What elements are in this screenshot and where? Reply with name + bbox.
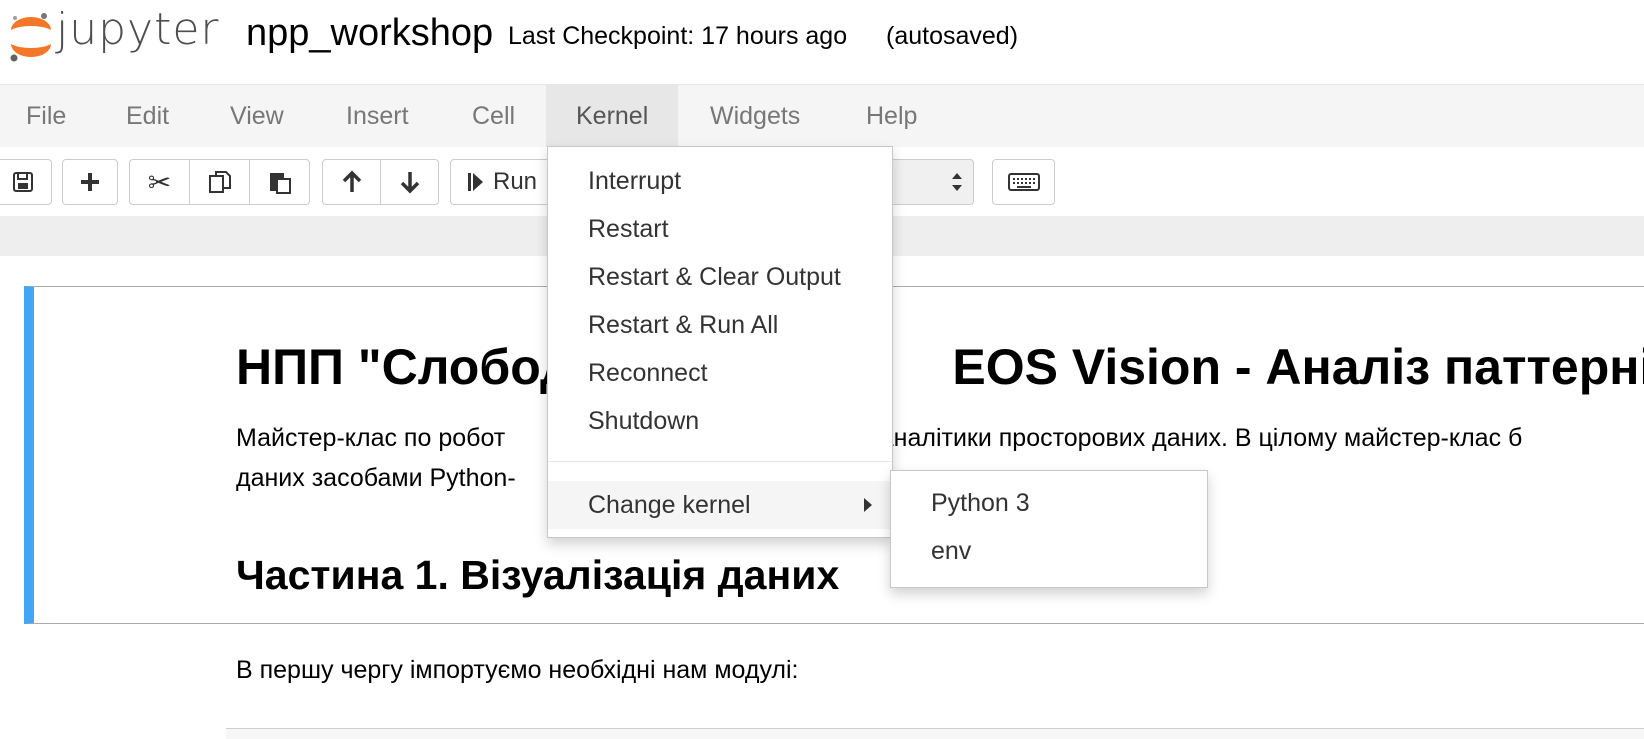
jupyter-wordmark: jupyter (56, 4, 220, 55)
menu-help[interactable]: Help (840, 85, 943, 147)
import-intro-text: В першу чергу імпортуємо необхідні нам м… (236, 656, 799, 684)
scissors-icon: ✂ (147, 166, 172, 198)
menubar: File Edit View Insert Cell Kernel Widget… (0, 84, 1644, 148)
notebook-name[interactable]: npp_workshop (246, 12, 493, 55)
menu-item-change-kernel[interactable]: Change kernel (548, 481, 892, 529)
move-up-button[interactable] (322, 159, 381, 205)
arrow-down-icon (400, 172, 419, 194)
heading-right: EOS Vision - Аналіз паттернів (952, 339, 1644, 395)
kernel-dropdown-menu: Interrupt Restart Restart & Clear Output… (547, 146, 893, 538)
menu-item-restart-run-all[interactable]: Restart & Run All (548, 303, 892, 347)
paste-icon (269, 173, 291, 194)
select-arrows-icon (952, 173, 962, 191)
autosave-status: (autosaved) (886, 22, 1019, 50)
menu-item-restart-clear-output[interactable]: Restart & Clear Output (548, 255, 892, 299)
notebook-header: jupyter npp_workshop Last Checkpoint: 17… (0, 0, 1644, 84)
command-palette-button[interactable] (992, 159, 1055, 205)
section-heading: Частина 1. Візуалізація даних (236, 552, 840, 598)
menu-edit[interactable]: Edit (100, 85, 195, 147)
change-kernel-label: Change kernel (588, 491, 751, 519)
step-forward-icon (468, 173, 483, 191)
menu-item-restart[interactable]: Restart (548, 207, 892, 251)
save-button[interactable] (0, 159, 52, 205)
keyboard-icon (1007, 173, 1040, 191)
run-button[interactable]: Run (450, 159, 548, 205)
run-label: Run (493, 168, 538, 195)
menu-item-interrupt[interactable]: Interrupt (548, 159, 892, 203)
plus-icon (81, 173, 99, 191)
kernel-option-env[interactable]: env (891, 529, 1207, 573)
intro-line-1-right: я аналітики просторових даних. В цілому … (859, 424, 1523, 452)
kernel-option-python3[interactable]: Python 3 (891, 481, 1207, 525)
paste-button[interactable] (249, 159, 310, 205)
checkpoint-status: Last Checkpoint: 17 hours ago (508, 22, 848, 50)
change-kernel-submenu: Python 3 env (890, 470, 1208, 588)
menu-cell[interactable]: Cell (446, 85, 541, 147)
menu-file[interactable]: File (0, 85, 92, 147)
menu-item-reconnect[interactable]: Reconnect (548, 351, 892, 395)
copy-button[interactable] (189, 159, 250, 205)
notebook-heading: НПП "Слободо EOS Vision - Аналіз паттерні… (236, 338, 1644, 396)
cut-button[interactable]: ✂ (129, 159, 190, 205)
save-icon (13, 172, 33, 192)
submenu-arrow-icon (864, 498, 872, 512)
menu-insert[interactable]: Insert (320, 85, 435, 147)
arrow-up-icon (342, 170, 361, 192)
intro-line-1-left: Майстер-клас по робот (236, 424, 506, 452)
menu-kernel[interactable]: Kernel (546, 85, 679, 147)
menu-view[interactable]: View (204, 85, 310, 147)
move-down-button[interactable] (380, 159, 439, 205)
menu-item-shutdown[interactable]: Shutdown (548, 399, 892, 443)
menu-widgets[interactable]: Widgets (684, 85, 826, 147)
insert-cell-button[interactable] (62, 159, 118, 205)
copy-icon (208, 171, 231, 193)
jupyter-logo-icon[interactable] (6, 8, 56, 64)
cell-type-select[interactable] (880, 159, 974, 205)
menu-divider (548, 461, 892, 462)
intro-line-2: даних засобами Python- (236, 464, 516, 492)
